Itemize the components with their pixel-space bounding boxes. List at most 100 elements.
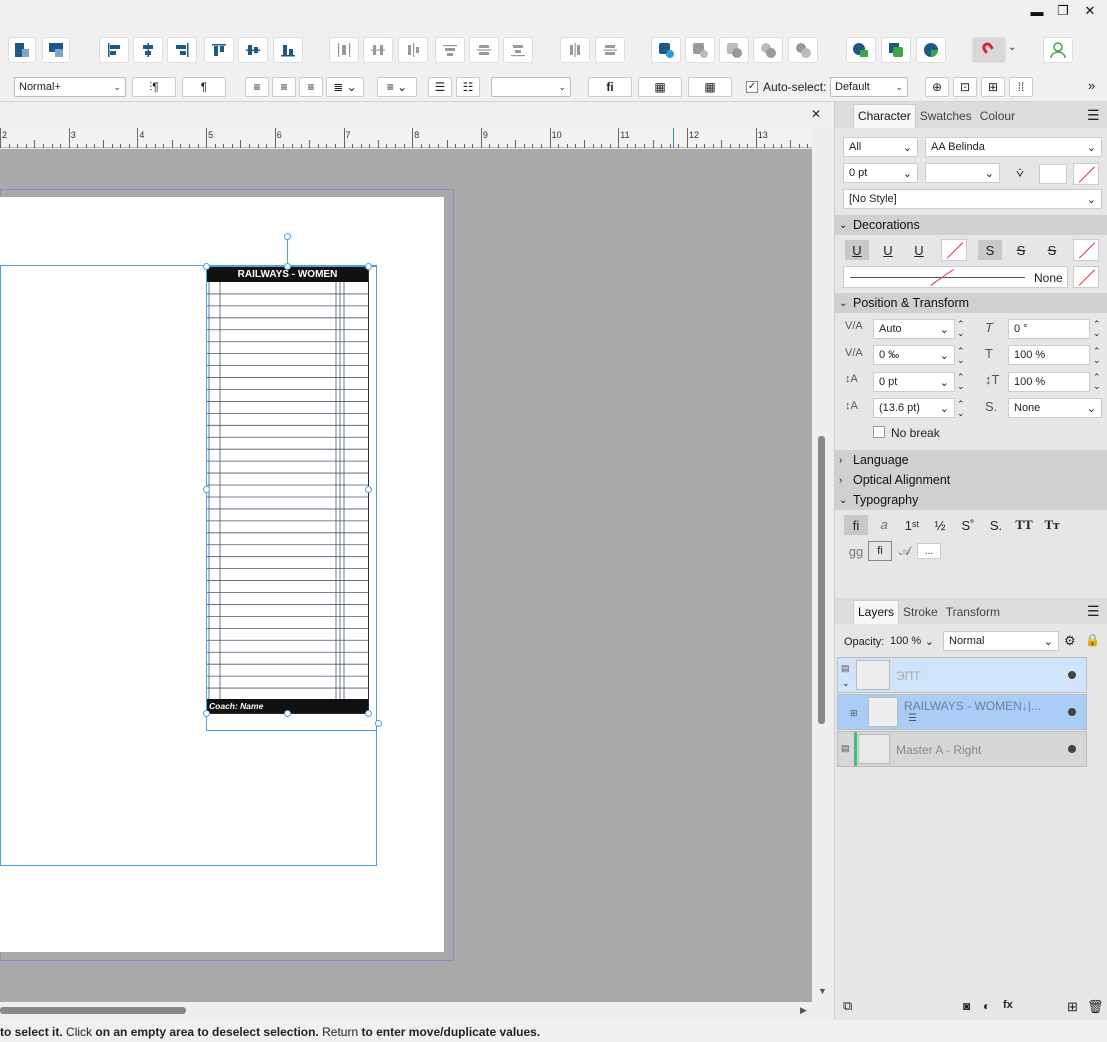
horizontal-scroll-thumb[interactable]	[0, 1007, 186, 1014]
font-family-dropdown[interactable]: AA Belinda ⌄	[925, 137, 1102, 157]
close-window-button[interactable]: ✕	[1073, 0, 1107, 22]
resize-handle-tr[interactable]	[365, 263, 372, 270]
tab-swatches[interactable]: Swatches	[916, 105, 976, 128]
strikethrough-icon[interactable]: S	[978, 240, 1002, 260]
table-icon[interactable]: ▦	[638, 77, 682, 97]
distribute-top-icon[interactable]	[435, 37, 465, 63]
font-style-dropdown[interactable]: ⌄	[925, 163, 1000, 183]
typo-ligatures-button[interactable]: fi	[844, 515, 868, 535]
decoration-line-color-none[interactable]	[1073, 266, 1099, 288]
resize-handle-r[interactable]	[365, 486, 372, 493]
align-top-icon[interactable]	[204, 37, 234, 63]
distribute-right-icon[interactable]	[398, 37, 428, 63]
intersect-shape-icon[interactable]	[719, 37, 749, 63]
typo-discretionary-button[interactable]: fi	[868, 541, 892, 561]
decoration-line-style[interactable]: None	[843, 266, 1068, 288]
underline-icon[interactable]: U	[845, 240, 869, 260]
font-size-dropdown[interactable]: 0 pt ⌄	[843, 163, 918, 183]
vertical-align-icon[interactable]: ≡ ⌄	[377, 77, 417, 97]
horizontal-scrollbar[interactable]: ▶	[0, 1002, 834, 1020]
auto-select-dropdown[interactable]: Default ⌄	[830, 77, 908, 97]
delete-layer-icon[interactable]: 🗑	[1087, 999, 1104, 1015]
add-mask-icon[interactable]: ◙	[963, 999, 970, 1013]
xor-shape-icon[interactable]	[753, 37, 783, 63]
typo-alternates-button[interactable]: 𝑎	[872, 515, 896, 535]
auto-select-checkbox[interactable]: ✓	[746, 81, 758, 93]
section-optical-alignment[interactable]: › Optical Alignment	[835, 470, 1107, 490]
align-center-icon[interactable]	[133, 37, 163, 63]
strike-color-none[interactable]	[1073, 239, 1099, 261]
distribute-h-icon[interactable]	[329, 37, 359, 63]
vscale-stepper[interactable]: ⌃ ⌄	[1093, 347, 1101, 365]
text-style-dropdown[interactable]: ⌄	[491, 77, 571, 97]
underline-color-none[interactable]	[941, 239, 967, 261]
arrange-layers-icon[interactable]: ⧉	[843, 998, 852, 1014]
tab-colour[interactable]: Colour	[976, 105, 1019, 128]
scroll-down-arrow-icon[interactable]: ▼	[818, 986, 827, 996]
horizontal-ruler[interactable]: 2 3 4 5 6 7 8 9 10 11 12 13	[0, 128, 817, 148]
hscale-stepper[interactable]: ⌃ ⌄	[1093, 373, 1101, 391]
snapping-options-chevron-icon[interactable]: ⌄	[1008, 42, 1016, 53]
layer-visibility-dot[interactable]	[1068, 745, 1076, 753]
distribute-middle-icon[interactable]	[469, 37, 499, 63]
add-layer-icon[interactable]: ⊞	[1067, 999, 1078, 1015]
text-align-left-icon[interactable]: ≡	[245, 77, 269, 97]
arrange-back-icon[interactable]	[42, 37, 70, 63]
space-v-icon[interactable]	[595, 37, 625, 63]
text-color-swatch[interactable]	[1039, 164, 1067, 184]
layer-visibility-dot[interactable]	[1068, 671, 1076, 679]
resize-handle-t[interactable]	[284, 263, 291, 270]
ligatures-button[interactable]: fi	[588, 77, 632, 97]
resize-handle-l[interactable]	[203, 486, 210, 493]
tab-transform[interactable]: Transform	[942, 601, 1004, 624]
tab-layers[interactable]: Layers	[853, 600, 900, 624]
table-frame[interactable]: RAILWAYS - WOMEN Coach: Name	[206, 266, 369, 714]
arrange-front-icon[interactable]	[8, 37, 36, 63]
document-canvas[interactable]: RAILWAYS - WOMEN Coach: Name	[0, 149, 812, 1002]
layer-row-group[interactable]: ▤ ⌄ ЭПТ	[837, 657, 1087, 693]
skew-field[interactable]: 0 °	[1008, 319, 1090, 339]
bullet-list-icon[interactable]: ☰	[428, 77, 452, 97]
no-break-checkbox[interactable]	[873, 426, 885, 438]
subtract-shape-icon[interactable]	[685, 37, 715, 63]
baseline-stepper[interactable]: ⌃ ⌄	[957, 373, 965, 391]
tracking-stepper[interactable]: ⌃ ⌄	[957, 347, 965, 365]
layer-lock-icon[interactable]: 🔒	[1085, 633, 1100, 647]
distribute-bottom-icon[interactable]	[503, 37, 533, 63]
tab-character[interactable]: Character	[853, 104, 916, 128]
section-language[interactable]: › Language	[835, 450, 1107, 470]
vertical-scroll-thumb[interactable]	[818, 436, 825, 724]
pilcrow-button[interactable]: ¶	[182, 77, 226, 97]
close-document-button[interactable]: ✕	[811, 107, 821, 121]
underline-custom-icon[interactable]: U	[907, 240, 931, 260]
align-left-icon[interactable]	[99, 37, 129, 63]
user-account-icon[interactable]	[1043, 37, 1073, 63]
skew-stepper[interactable]: ⌃ ⌄	[1093, 320, 1101, 338]
text-justify-icon[interactable]: ≣ ⌄	[326, 77, 364, 97]
snapping-magnet-icon[interactable]	[972, 37, 1006, 63]
section-typography[interactable]: ⌄ Typography	[835, 490, 1107, 510]
opacity-dropdown[interactable]: 100 % ⌄	[885, 631, 939, 651]
group-icon[interactable]	[846, 37, 876, 63]
text-align-right-icon[interactable]: ≡	[299, 77, 323, 97]
effects-fx-icon[interactable]: fx	[1003, 999, 1013, 1011]
typo-superscript-button[interactable]: S˚	[956, 515, 980, 535]
divide-shape-icon[interactable]	[788, 37, 818, 63]
layers-menu-icon[interactable]: ☰	[1087, 603, 1100, 620]
blend-mode-dropdown[interactable]: Normal ⌄	[943, 631, 1059, 651]
clip-icon[interactable]	[881, 37, 911, 63]
overflow-handle[interactable]	[375, 720, 382, 727]
kerning-stepper[interactable]: ⌃ ⌄	[957, 320, 965, 338]
typo-stylistic-button[interactable]: 𝒜	[893, 541, 917, 561]
language-scope-dropdown[interactable]: All ⌄	[843, 137, 918, 157]
vertical-scale-field[interactable]: 100 %	[1008, 345, 1090, 365]
horizontal-scale-field[interactable]: 100 %	[1008, 372, 1090, 392]
typo-allcaps-button[interactable]: TT	[1012, 515, 1036, 535]
kerning-field[interactable]: Auto ⌄	[873, 319, 955, 339]
layer-visibility-dot[interactable]	[1068, 708, 1076, 716]
leading-stepper[interactable]: ⌃ ⌄	[957, 400, 965, 418]
typo-swash-button[interactable]: gg	[844, 541, 868, 561]
resize-handle-bl[interactable]	[203, 710, 210, 717]
typo-subscript-button[interactable]: S.	[984, 515, 1008, 535]
leading-field[interactable]: (13.6 pt) ⌄	[873, 398, 955, 418]
